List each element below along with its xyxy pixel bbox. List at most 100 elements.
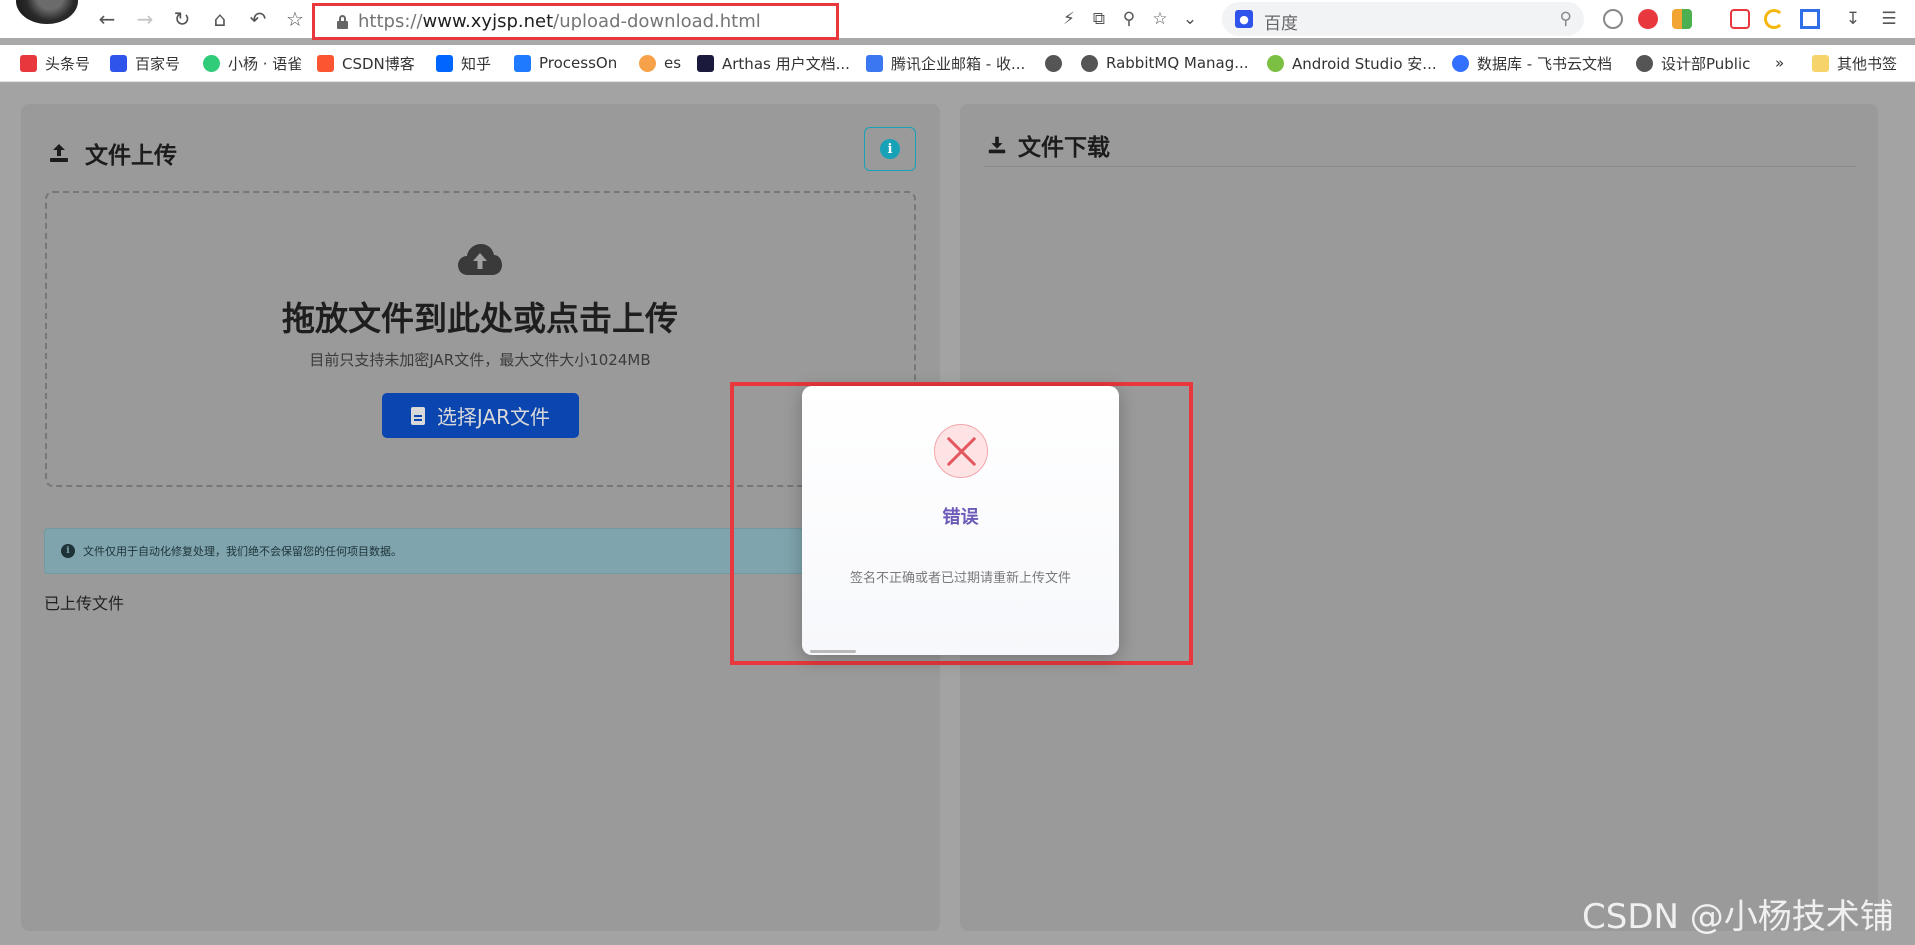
undo-close-icon[interactable]: ↶ [245,6,271,32]
bookmark-label: 腾讯企业邮箱 - 收... [891,54,1026,73]
more-bookmarks-button[interactable]: » [1775,51,1784,75]
bookmark-item[interactable]: 知乎 [436,51,491,75]
file-icon [410,406,425,425]
privacy-notice-text: 文件仅用于自动化修复处理，我们绝不会保留您的任何项目数据。 [83,545,402,558]
error-icon [934,424,988,478]
moon-icon[interactable] [1764,9,1784,29]
bookmark-item[interactable]: Android Studio 安... [1267,51,1437,75]
choose-jar-button[interactable]: 选择JAR文件 [382,393,579,438]
download-title-text: 文件下载 [1018,135,1110,161]
zhihu-icon [436,54,453,72]
processon-icon [514,54,531,72]
crop-icon[interactable] [1800,9,1820,29]
info-icon: i [61,544,75,558]
translate-icon[interactable] [1603,9,1623,29]
bookmark-item[interactable]: es [639,51,681,75]
menu-icon[interactable]: ☰ [1878,8,1900,30]
download-icon[interactable]: ↧ [1842,8,1864,30]
uploaded-files-label: 已上传文件 [44,594,125,613]
csdn-icon [317,54,334,72]
search-placeholder: 百度 [1264,14,1298,34]
bookmark-label: Arthas 用户文档... [722,54,850,73]
bookmark-label: 知乎 [461,54,492,73]
search-box[interactable]: ● 百度 ⚲ [1222,2,1584,36]
bookmark-label: 其他书签 [1837,54,1898,73]
choose-jar-label: 选择JAR文件 [436,405,551,429]
bookmark-star-icon[interactable]: ☆ [1149,8,1171,30]
upload-title: 文件上传 [47,136,177,170]
bookmark-label: Android Studio 安... [1292,54,1437,73]
bookmark-item[interactable]: 百家号 [110,51,180,75]
modal-timer-bar [810,650,856,653]
browser-toolbar: ← → ↻ ⌂ ↶ ☆ https://www.xyjsp.net/upload… [0,0,1915,40]
info-button[interactable]: i [864,127,916,171]
share-icon[interactable]: ⧉ [1088,8,1110,30]
bookmark-label: 数据库 - 飞书云文档 [1477,54,1612,73]
info-icon: i [880,139,900,159]
baidu-icon: ● [1235,10,1253,28]
url-path: /upload-download.html [553,11,761,32]
bookmark-item[interactable]: ProcessOn [514,51,617,75]
dropzone-hint: 目前只支持未加密JAR文件，最大文件大小1024MB [309,351,651,369]
home-icon[interactable]: ⌂ [207,6,233,32]
globe-icon [1636,54,1653,72]
bookmark-item[interactable]: RabbitMQ Manag... [1081,51,1249,75]
profile-avatar[interactable] [16,0,78,24]
bookmark-label: 百家号 [135,54,181,73]
bookmark-label: ProcessOn [539,54,618,72]
bookmark-label: 头条号 [45,54,91,73]
other-bookmarks-folder[interactable]: 其他书签 [1812,51,1897,75]
lightning-icon[interactable]: ⚡ [1058,8,1080,30]
back-icon[interactable]: ← [94,6,120,32]
url-scheme: https:// [358,11,423,32]
tencent-mail-icon [866,54,883,72]
bookmark-item[interactable]: 腾讯企业邮箱 - 收... [866,51,1025,75]
reload-icon[interactable]: ↻ [169,6,195,32]
address-bar[interactable]: https://www.xyjsp.net/upload-download.ht… [312,3,839,40]
apps-grid-icon[interactable] [1672,9,1692,29]
download-icon [988,136,1006,154]
bookmark-item[interactable]: Arthas 用户文档... [697,51,850,75]
address-url[interactable]: https://www.xyjsp.net/upload-download.ht… [358,11,761,32]
bookmark-item[interactable] [1045,51,1070,75]
modal-message: 签名不正确或者已过期请重新上传文件 [850,571,1072,586]
forward-icon[interactable]: → [132,6,158,32]
toutiao-icon [20,54,37,72]
download-title: 文件下载 [986,128,1110,162]
pdf-icon[interactable] [1730,9,1750,29]
favorite-star-icon[interactable]: ☆ [282,6,308,32]
divider [984,166,1856,167]
globe-icon [1045,54,1062,72]
modal-title: 错误 [942,507,979,528]
bookmark-label: CSDN博客 [342,54,415,73]
bookmark-item[interactable]: 小杨 · 语雀 [203,51,302,75]
upload-title-text: 文件上传 [85,143,177,169]
watermark: CSDN @小杨技术铺 [1582,897,1894,937]
search-icon[interactable]: ⚲ [1560,9,1572,29]
bookmark-label: 小杨 · 语雀 [228,54,303,73]
feishu-icon [1452,54,1469,72]
cloud-upload-icon [458,244,502,275]
more-bookmarks-icon: » [1775,54,1785,72]
bookmark-label: RabbitMQ Manag... [1106,54,1249,72]
url-host: www.xyjsp.net [422,11,554,32]
yuque-icon [203,54,220,72]
bookmark-item[interactable]: 数据库 - 飞书云文档 [1452,51,1612,75]
android-icon [1267,54,1284,72]
bookmark-item[interactable]: 设计部Public [1636,51,1750,75]
dropzone-title: 拖放文件到此处或点击上传 [282,299,678,338]
bookmark-label: 设计部Public [1661,54,1751,73]
es-icon [639,54,656,72]
upload-icon [50,144,68,162]
bookmark-item[interactable]: CSDN博客 [317,51,415,75]
error-modal: 错误 签名不正确或者已过期请重新上传文件 [802,386,1119,655]
arthas-icon [697,54,714,72]
baijiahao-icon [110,54,127,72]
chevron-down-icon[interactable]: ⌄ [1179,8,1201,30]
bookmarks-bar: 头条号 百家号 小杨 · 语雀 CSDN博客 知乎 ProcessOn es A… [0,45,1915,82]
bookmark-item[interactable]: 头条号 [20,51,90,75]
zoom-icon[interactable]: ⚲ [1118,8,1140,30]
lock-icon [337,15,348,29]
coupon-icon[interactable] [1638,9,1658,29]
folder-icon [1812,54,1829,72]
